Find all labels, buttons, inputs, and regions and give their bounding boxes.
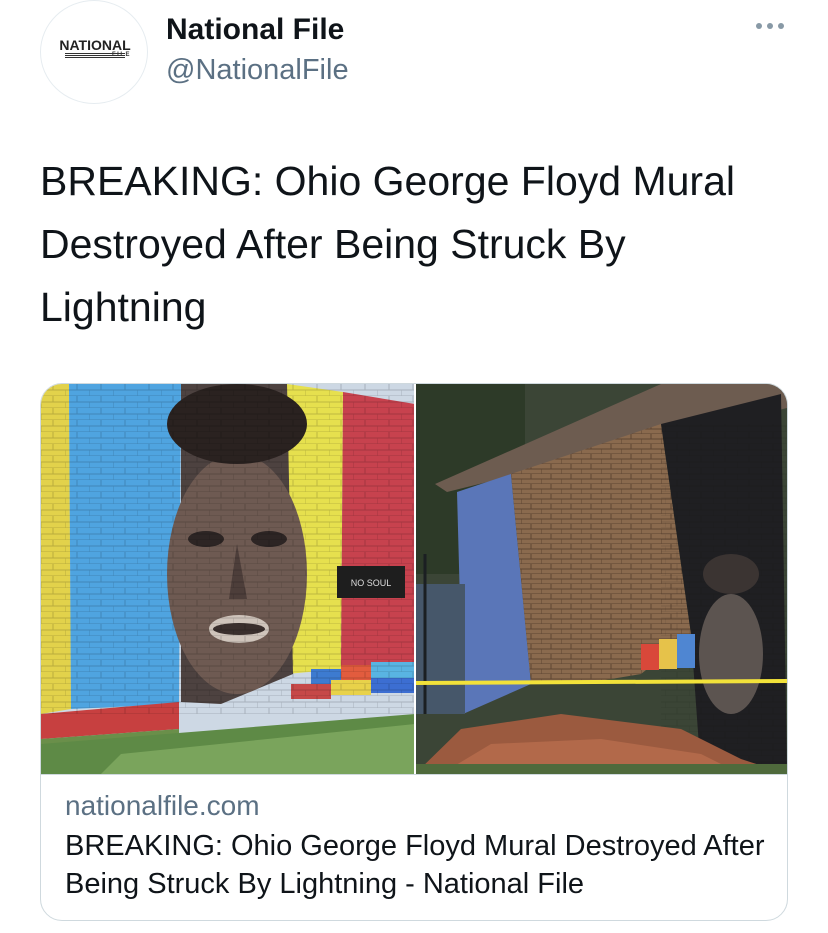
national-file-logo: NATIONAL FILE [53, 38, 137, 58]
card-meta[interactable]: nationalfile.com BREAKING: Ohio George F… [41, 774, 787, 920]
card-image[interactable]: NO SOUL [41, 384, 787, 774]
more-horizontal-icon[interactable] [753, 16, 787, 36]
mural-sign-text: NO SOUL [351, 578, 392, 588]
mural-after-photo [414, 384, 787, 774]
account-name[interactable]: National File [166, 10, 344, 50]
card-domain: nationalfile.com [65, 790, 260, 821]
logo-main-text: NATIONAL [59, 37, 131, 53]
logo-sub-text: FILE [112, 52, 131, 58]
mural-before-photo: NO SOUL [41, 384, 415, 774]
account-handle[interactable]: @NationalFile [166, 50, 349, 90]
link-preview-card[interactable]: NO SOUL nationalfile.com BREAKING: Ohio … [40, 383, 788, 921]
avatar[interactable]: NATIONAL FILE [40, 0, 148, 104]
card-title: BREAKING: Ohio George Floyd Mural Destro… [65, 830, 765, 900]
tweet-text: BREAKING: Ohio George Floyd Mural Destro… [40, 158, 735, 330]
